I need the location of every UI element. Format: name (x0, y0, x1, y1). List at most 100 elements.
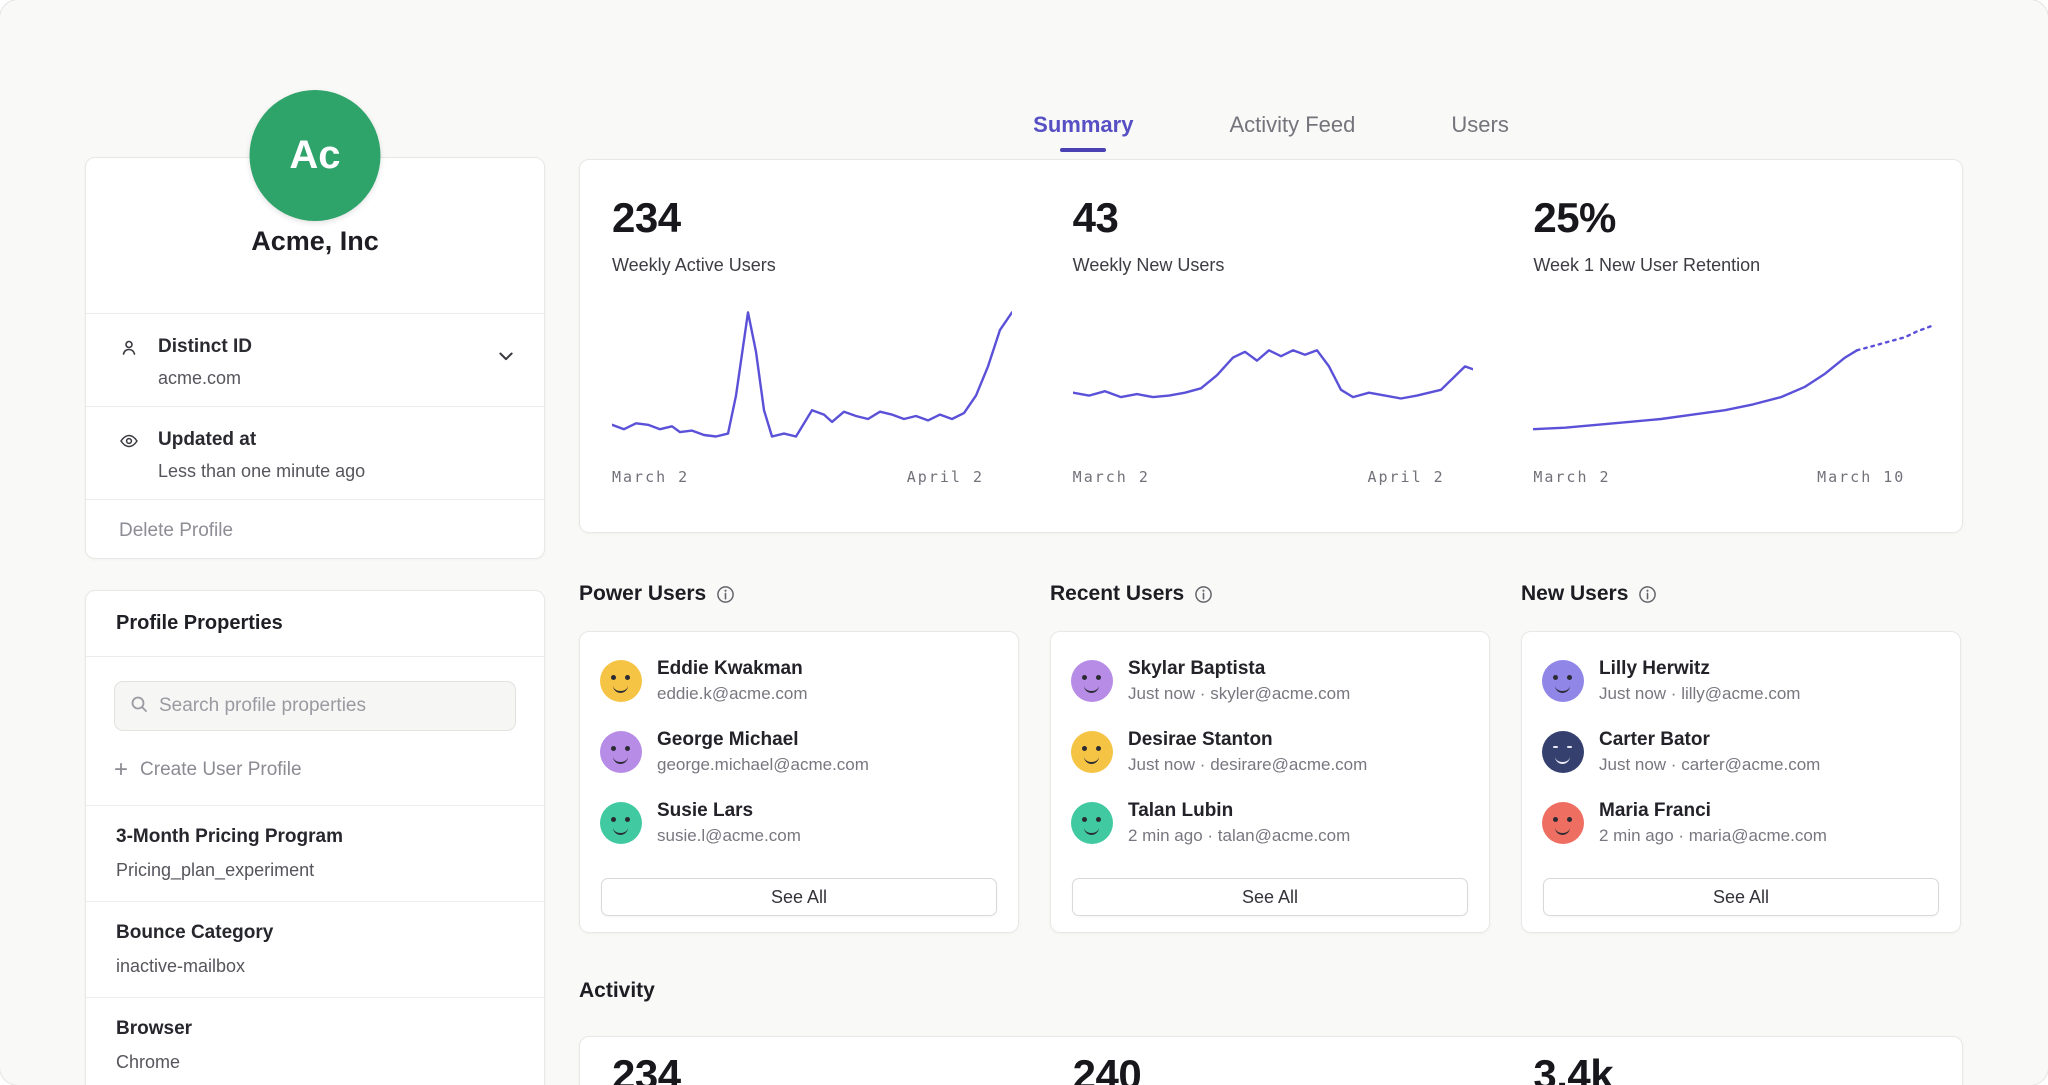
recent-users-card: Skylar Baptista Just now · skyler@acme.c… (1050, 631, 1490, 933)
user-name: Eddie Kwakman (657, 658, 808, 680)
property-name: 3-Month Pricing Program (116, 826, 514, 848)
info-icon[interactable] (1638, 585, 1657, 604)
user-name: Lilly Herwitz (1599, 658, 1800, 680)
user-row[interactable]: Skylar Baptista Just now · skyler@acme.c… (1071, 658, 1469, 704)
user-row[interactable]: Desirae Stanton Just now · desirare@acme… (1071, 729, 1469, 775)
info-icon[interactable] (716, 585, 735, 604)
info-icon[interactable] (1194, 585, 1213, 604)
property-value: inactive-mailbox (116, 956, 514, 977)
user-row[interactable]: Maria Franci 2 min ago · maria@acme.com (1542, 800, 1940, 846)
user-name: Susie Lars (657, 800, 801, 822)
user-meta: 2 min ago · talan@acme.com (1128, 826, 1350, 846)
chevron-down-icon[interactable] (496, 346, 516, 371)
weekly-active-users-chart (612, 308, 1012, 454)
property-name: Browser (116, 1018, 514, 1040)
user-row[interactable]: Lilly Herwitz Just now · lilly@acme.com (1542, 658, 1940, 704)
profile-properties-search[interactable] (114, 681, 516, 731)
stat-weekly-new-users: 43 Weekly New Users March 2 April 2 (1041, 160, 1502, 532)
search-icon (129, 694, 149, 719)
tab-summary[interactable]: Summary (1033, 112, 1133, 152)
user-avatar (1071, 660, 1113, 702)
user-avatar (1542, 660, 1584, 702)
person-icon (119, 338, 141, 363)
user-avatar (600, 660, 642, 702)
x-axis-start-label: March 2 (1533, 468, 1610, 486)
user-meta: Just now · desirare@acme.com (1128, 755, 1367, 775)
user-meta: Just now · lilly@acme.com (1599, 684, 1800, 704)
user-name: Talan Lubin (1128, 800, 1350, 822)
x-axis-start-label: March 2 (612, 468, 689, 486)
user-row[interactable]: Eddie Kwakman eddie.k@acme.com (600, 658, 998, 704)
delete-profile-button[interactable]: Delete Profile (86, 499, 544, 561)
weekly-new-users-chart (1073, 308, 1473, 454)
user-meta: 2 min ago · maria@acme.com (1599, 826, 1827, 846)
user-name: George Michael (657, 729, 869, 751)
activity-stat: 234 (580, 1037, 1041, 1085)
user-name: Maria Franci (1599, 800, 1827, 822)
stat-value: 43 (1073, 194, 1502, 242)
summary-stats-card: 234 Weekly Active Users March 2 April 2 … (579, 159, 1963, 533)
updated-at-value: Less than one minute ago (158, 461, 365, 482)
user-row[interactable]: Susie Lars susie.l@acme.com (600, 800, 998, 846)
activity-stats-card: 234 240 3.4k (579, 1036, 1963, 1085)
property-name: Bounce Category (116, 922, 514, 944)
user-name: Desirae Stanton (1128, 729, 1367, 751)
updated-at-label: Updated at (158, 429, 365, 451)
new-users-title: New Users (1521, 582, 1628, 606)
profile-properties-list: 3-Month Pricing Program Pricing_plan_exp… (86, 805, 544, 1085)
property-value: Pricing_plan_experiment (116, 860, 514, 881)
property-row[interactable]: Browser Chrome (86, 997, 544, 1085)
user-avatar (600, 802, 642, 844)
create-user-profile-button[interactable]: + Create User Profile (114, 751, 516, 789)
activity-stat: 240 (1041, 1037, 1502, 1085)
stat-label: Week 1 New User Retention (1533, 255, 1962, 276)
property-row[interactable]: Bounce Category inactive-mailbox (86, 901, 544, 997)
power-users-title: Power Users (579, 582, 706, 606)
stat-week1-retention: 25% Week 1 New User Retention March 2 Ma… (1501, 160, 1962, 532)
property-value: Chrome (116, 1052, 514, 1073)
company-profile-card: Ac Acme, Inc Distinct ID acme.com (85, 157, 545, 559)
distinct-id-row[interactable]: Distinct ID acme.com (86, 313, 544, 406)
week1-retention-chart (1533, 308, 1933, 454)
user-meta: george.michael@acme.com (657, 755, 869, 775)
user-row[interactable]: George Michael george.michael@acme.com (600, 729, 998, 775)
company-name: Acme, Inc (86, 226, 544, 257)
recent-users-title: Recent Users (1050, 582, 1184, 606)
user-meta: Just now · carter@acme.com (1599, 755, 1820, 775)
updated-at-row: Updated at Less than one minute ago (86, 406, 544, 499)
new-users-section: New Users Lilly Herwitz Just now · lilly… (1521, 580, 1961, 933)
user-avatar (600, 731, 642, 773)
user-row[interactable]: Carter Bator Just now · carter@acme.com (1542, 729, 1940, 775)
tab-activity-feed[interactable]: Activity Feed (1229, 112, 1355, 152)
x-axis-end-label: March 10 (1817, 468, 1905, 486)
stat-label: Weekly Active Users (612, 255, 1041, 276)
company-initials: Ac (289, 133, 340, 178)
create-user-profile-label: Create User Profile (140, 759, 302, 781)
distinct-id-value: acme.com (158, 368, 252, 389)
profile-properties-title: Profile Properties (86, 591, 544, 657)
user-avatar (1542, 802, 1584, 844)
user-row[interactable]: Talan Lubin 2 min ago · talan@acme.com (1071, 800, 1469, 846)
activity-section-title: Activity (579, 979, 655, 1003)
search-input[interactable] (159, 695, 501, 717)
see-all-button[interactable]: See All (601, 878, 997, 916)
eye-icon (119, 431, 141, 456)
x-axis-start-label: March 2 (1073, 468, 1150, 486)
user-meta: susie.l@acme.com (657, 826, 801, 846)
see-all-button[interactable]: See All (1072, 878, 1468, 916)
recent-users-section: Recent Users Skylar Baptista Just now · … (1050, 580, 1490, 933)
new-users-card: Lilly Herwitz Just now · lilly@acme.com … (1521, 631, 1961, 933)
app-frame: Ac Acme, Inc Distinct ID acme.com (0, 0, 2048, 1085)
tab-users[interactable]: Users (1451, 112, 1508, 152)
user-avatar (1542, 731, 1584, 773)
property-row[interactable]: 3-Month Pricing Program Pricing_plan_exp… (86, 805, 544, 901)
distinct-id-label: Distinct ID (158, 336, 252, 358)
stat-value: 234 (612, 194, 1041, 242)
user-meta: eddie.k@acme.com (657, 684, 808, 704)
power-users-card: Eddie Kwakman eddie.k@acme.com George Mi… (579, 631, 1019, 933)
user-name: Skylar Baptista (1128, 658, 1350, 680)
see-all-button[interactable]: See All (1543, 878, 1939, 916)
power-users-section: Power Users Eddie Kwakman eddie.k@acme.c… (579, 580, 1019, 933)
plus-icon: + (114, 758, 128, 782)
user-name: Carter Bator (1599, 729, 1820, 751)
